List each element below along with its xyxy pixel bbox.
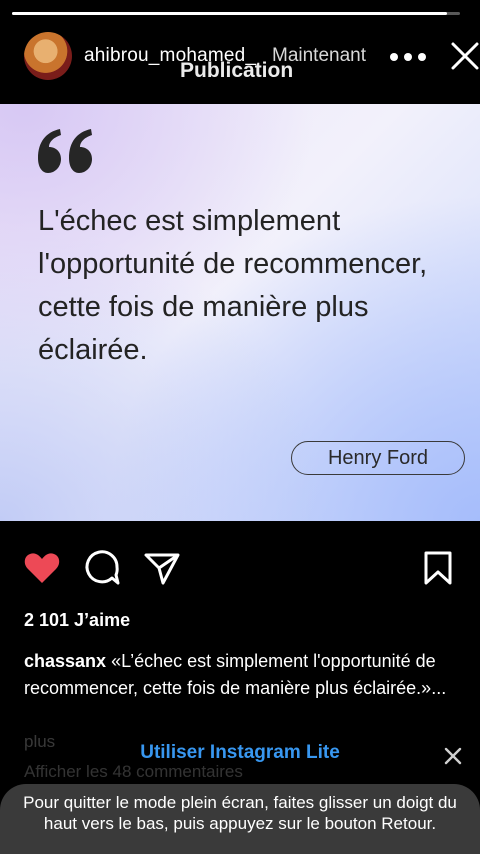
quote-icon bbox=[38, 129, 92, 173]
story-progress-bar bbox=[12, 12, 460, 15]
toast-message: Pour quitter le mode plein écran, faites… bbox=[23, 793, 457, 833]
instagram-lite-link[interactable]: Utiliser Instagram Lite bbox=[0, 742, 480, 764]
more-horizontal-icon[interactable] bbox=[390, 50, 426, 64]
comment-icon[interactable] bbox=[82, 548, 122, 588]
close-icon[interactable] bbox=[443, 746, 463, 766]
send-icon[interactable] bbox=[142, 548, 182, 588]
likes-count[interactable]: 2 101 J’aime bbox=[24, 610, 130, 631]
fullscreen-toast: Pour quitter le mode plein écran, faites… bbox=[0, 784, 480, 854]
caption: chassanx «L’échec est simplement l'oppor… bbox=[24, 648, 464, 702]
story-progress-fill bbox=[12, 12, 447, 15]
bookmark-icon[interactable] bbox=[418, 548, 458, 588]
view-comments-link[interactable]: Afficher les 48 commentaires bbox=[24, 762, 243, 782]
author-badge: Henry Ford bbox=[291, 441, 465, 475]
post-image[interactable]: L'échec est simplement l'opportunité de … bbox=[0, 104, 480, 521]
page-title: Publication bbox=[180, 59, 294, 82]
quote-text: L'échec est simplement l'opportunité de … bbox=[38, 205, 428, 366]
heart-filled-icon[interactable] bbox=[22, 548, 62, 588]
story-header: ahibrou_mohamed_ Maintenant Publication bbox=[0, 30, 480, 90]
caption-username[interactable]: chassanx bbox=[24, 651, 106, 671]
avatar[interactable] bbox=[24, 32, 72, 80]
close-icon[interactable] bbox=[447, 38, 480, 74]
